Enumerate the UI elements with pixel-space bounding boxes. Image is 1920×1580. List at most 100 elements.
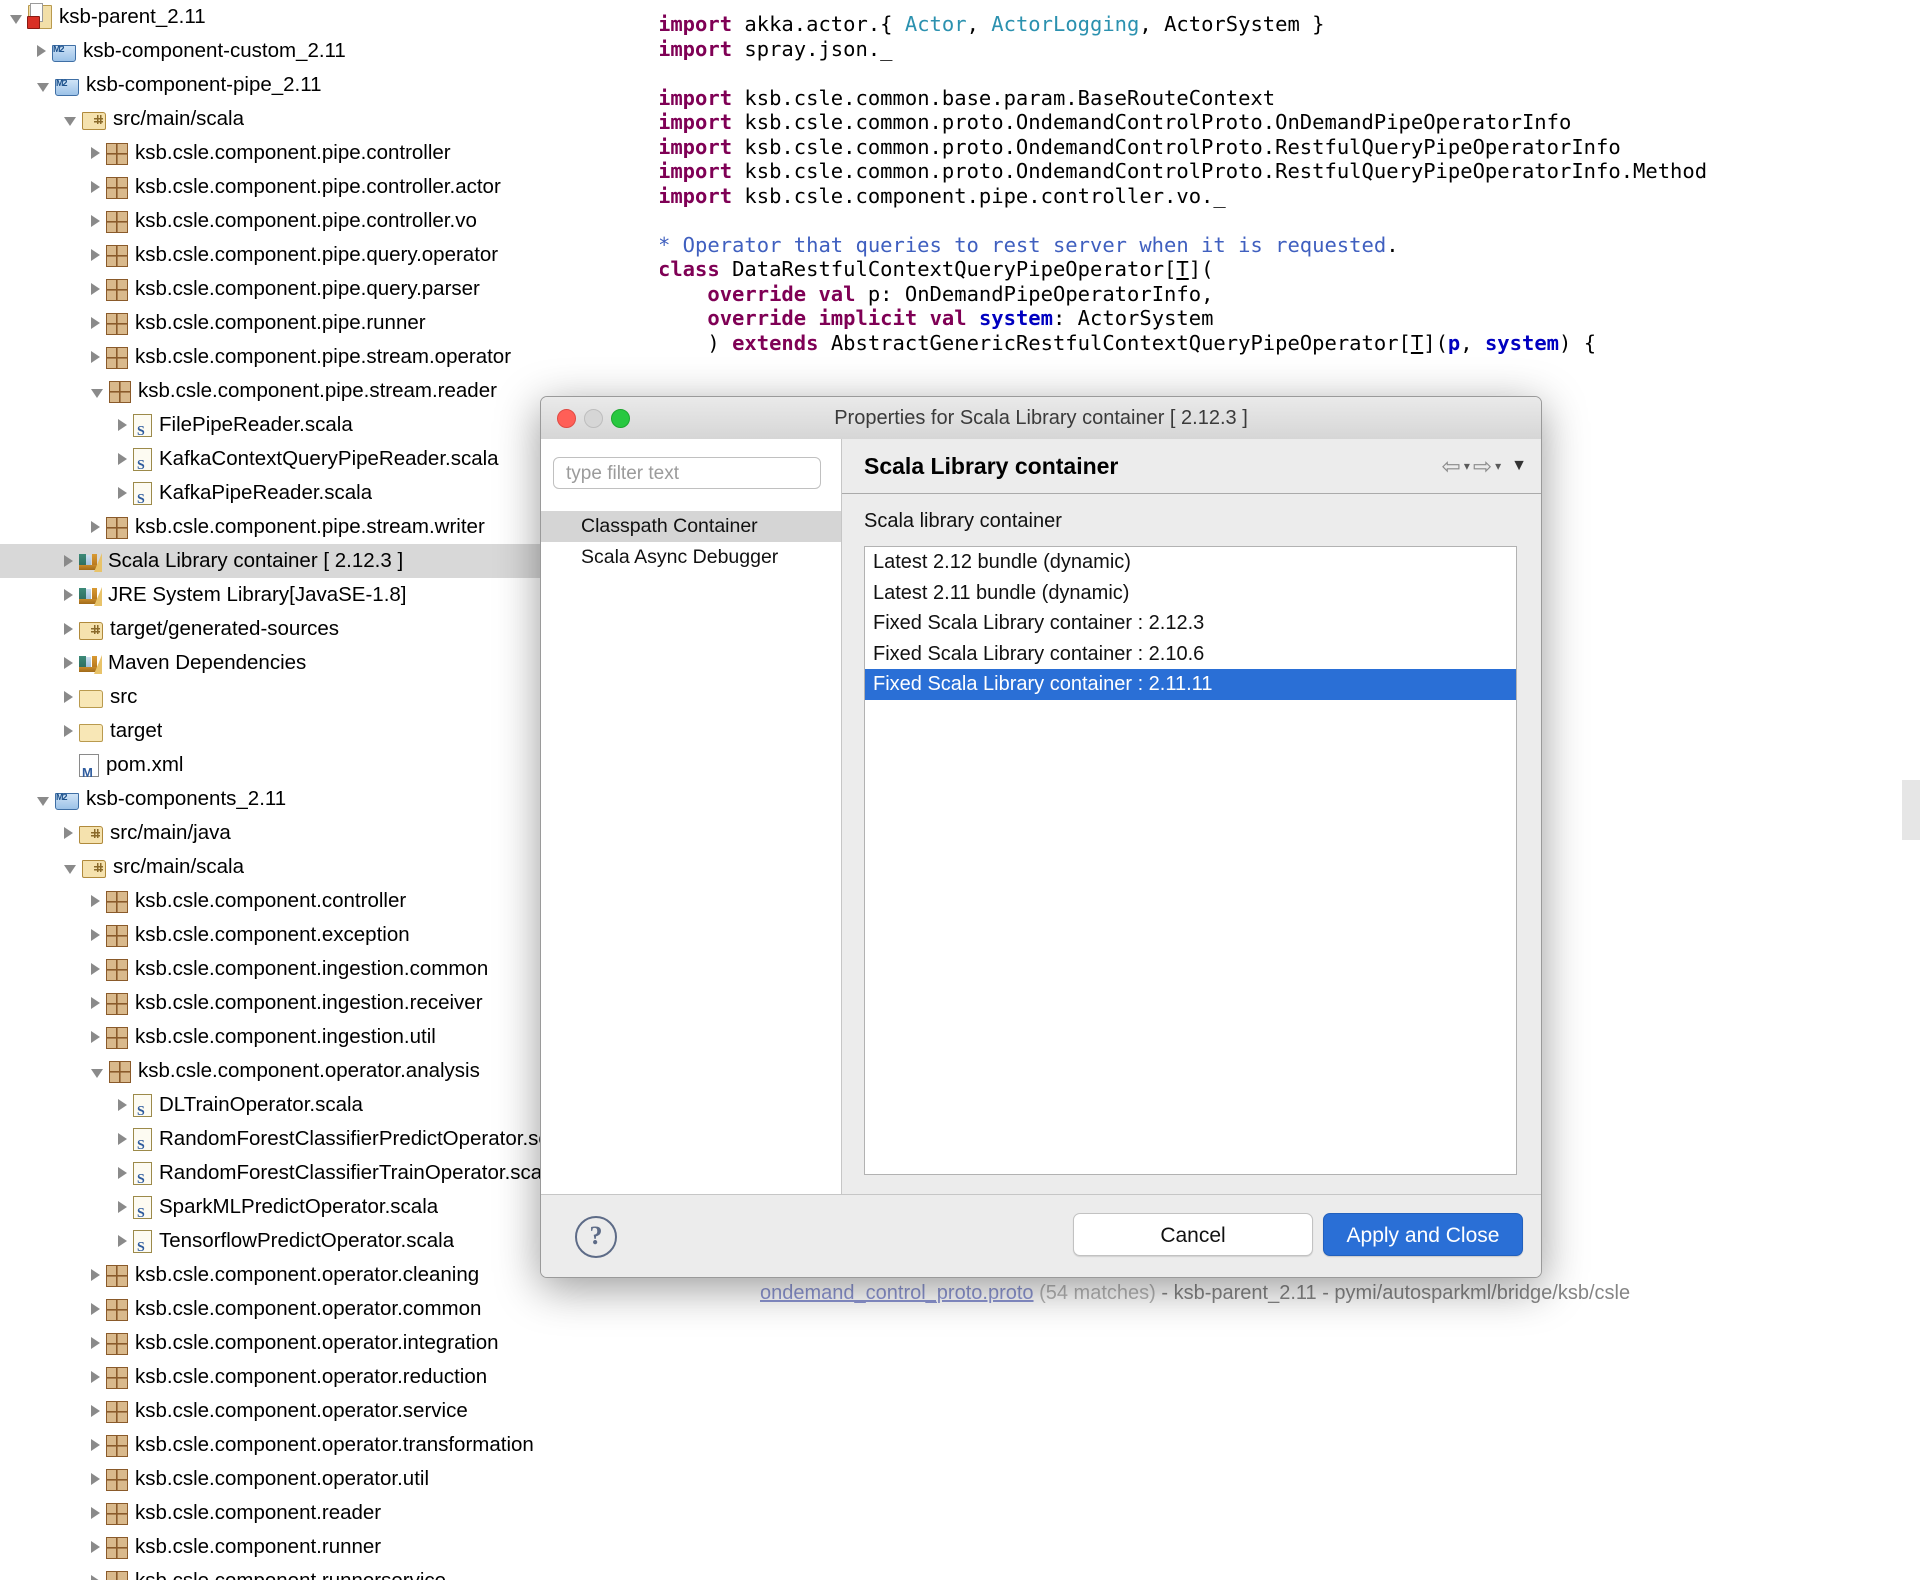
tree-row[interactable]: ksb.csle.component.pipe.query.parser	[0, 272, 660, 306]
chevron-right-icon[interactable]	[91, 283, 100, 295]
scrollbar-track-right[interactable]	[1902, 780, 1920, 840]
container-list-item[interactable]: Fixed Scala Library container : 2.12.3	[865, 608, 1516, 639]
pkg-icon	[106, 924, 128, 947]
chevron-down-icon[interactable]	[37, 796, 49, 806]
chevron-right-icon[interactable]	[91, 1507, 100, 1519]
chevron-right-icon[interactable]	[91, 1439, 100, 1451]
cancel-button[interactable]: Cancel	[1073, 1213, 1313, 1256]
tree-row[interactable]: ksb.csle.component.pipe.controller	[0, 136, 660, 170]
chevron-right-icon[interactable]	[118, 419, 127, 431]
container-list-item[interactable]: Latest 2.11 bundle (dynamic)	[865, 578, 1516, 609]
search-result-link[interactable]: ondemand_control_proto.proto	[760, 1282, 1034, 1304]
chevron-right-icon[interactable]	[118, 1235, 127, 1247]
chevron-right-icon[interactable]	[91, 963, 100, 975]
container-list-item[interactable]: Fixed Scala Library container : 2.10.6	[865, 639, 1516, 670]
tree-row[interactable]: ksb.csle.component.pipe.controller.actor	[0, 170, 660, 204]
chevron-right-icon[interactable]	[91, 1575, 100, 1580]
dialog-nav-item[interactable]: Scala Async Debugger	[541, 542, 841, 573]
pkg-icon	[109, 380, 131, 403]
chevron-right-icon[interactable]	[91, 1303, 100, 1315]
chevron-right-icon[interactable]	[91, 521, 100, 533]
pom-icon	[79, 754, 99, 790]
chevron-right-icon[interactable]	[91, 1541, 100, 1553]
chevron-right-icon[interactable]	[91, 997, 100, 1009]
tree-row[interactable]: ksb.csle.component.runner	[0, 1530, 660, 1564]
chevron-right-icon[interactable]	[118, 487, 127, 499]
nav-forward-caret-icon[interactable]: ▾	[1495, 459, 1501, 473]
chevron-right-icon[interactable]	[91, 929, 100, 941]
tree-row[interactable]: ksb.csle.component.pipe.runner	[0, 306, 660, 340]
pane-nav-controls[interactable]: ⇦ ▾ ⇨ ▾ ▼	[1442, 439, 1527, 493]
chevron-right-icon[interactable]	[91, 147, 100, 159]
chevron-right-icon[interactable]	[91, 249, 100, 261]
chevron-down-icon[interactable]	[91, 1068, 103, 1078]
dialog-nav-pane[interactable]: type filter text Classpath Container Scal…	[541, 439, 842, 1195]
chevron-right-icon[interactable]	[91, 1031, 100, 1043]
chevron-right-icon[interactable]	[118, 1167, 127, 1179]
dialog-nav-item[interactable]: Classpath Container	[541, 511, 841, 542]
tree-row[interactable]: ksb.csle.component.operator.transformati…	[0, 1428, 660, 1462]
tree-row[interactable]: ksb.csle.component.operator.reduction	[0, 1360, 660, 1394]
chevron-right-icon[interactable]	[37, 45, 46, 57]
pane-menu-icon[interactable]: ▼	[1511, 457, 1527, 475]
nav-back-caret-icon[interactable]: ▾	[1464, 459, 1470, 473]
scala-container-list[interactable]: Latest 2.12 bundle (dynamic) Latest 2.11 …	[864, 546, 1517, 1175]
nav-forward-icon[interactable]: ⇨	[1473, 453, 1492, 480]
chevron-right-icon[interactable]	[64, 657, 73, 669]
chevron-right-icon[interactable]	[91, 181, 100, 193]
tree-row-label: ksb.csle.component.ingestion.common	[135, 957, 489, 980]
tree-row[interactable]: ksb.csle.component.operator.service	[0, 1394, 660, 1428]
help-icon[interactable]: ?	[575, 1216, 617, 1258]
container-list-item[interactable]: Fixed Scala Library container : 2.11.11	[865, 669, 1516, 700]
tree-row[interactable]: ksb.csle.component.operator.util	[0, 1462, 660, 1496]
chevron-right-icon[interactable]	[91, 351, 100, 363]
chevron-right-icon[interactable]	[91, 895, 100, 907]
chevron-right-icon[interactable]	[64, 589, 73, 601]
chevron-down-icon[interactable]	[91, 388, 103, 398]
chevron-right-icon[interactable]	[64, 555, 73, 567]
tree-row[interactable]: ksb-parent_2.11	[0, 0, 660, 34]
chevron-right-icon[interactable]	[64, 623, 73, 635]
chevron-right-icon[interactable]	[64, 691, 73, 703]
chevron-down-icon[interactable]	[64, 116, 76, 126]
chevron-right-icon[interactable]	[64, 725, 73, 737]
tree-row[interactable]: ksb.csle.component.pipe.query.operator	[0, 238, 660, 272]
tree-row[interactable]: ksb.csle.component.pipe.stream.operator	[0, 340, 660, 374]
nav-back-icon[interactable]: ⇦	[1442, 453, 1461, 480]
chevron-right-icon[interactable]	[64, 827, 73, 839]
tree-row[interactable]: ksb-component-custom_2.11	[0, 32, 660, 68]
chevron-down-icon[interactable]	[64, 864, 76, 874]
tree-row[interactable]: ksb.csle.component.operator.common	[0, 1292, 660, 1326]
tree-row[interactable]: ksb.csle.component.reader	[0, 1496, 660, 1530]
tree-row[interactable]: ksb.csle.component.operator.integration	[0, 1326, 660, 1360]
tree-row[interactable]: src/main/scala	[0, 102, 660, 136]
chevron-right-icon[interactable]	[91, 1269, 100, 1281]
chevron-right-icon[interactable]	[91, 1371, 100, 1383]
pkg-icon	[106, 1434, 128, 1457]
chevron-right-icon[interactable]	[91, 215, 100, 227]
chevron-right-icon[interactable]	[91, 317, 100, 329]
chevron-right-icon[interactable]	[91, 1405, 100, 1417]
tree-row-label: ksb.csle.component.operator.transformati…	[135, 1433, 534, 1456]
pkg-icon	[106, 1468, 128, 1491]
chevron-right-icon[interactable]	[118, 1133, 127, 1145]
tree-row[interactable]: ksb-component-pipe_2.11	[0, 66, 660, 102]
container-list-item[interactable]: Latest 2.12 bundle (dynamic)	[865, 547, 1516, 578]
pkg-icon	[106, 1536, 128, 1559]
chevron-right-icon[interactable]	[91, 1337, 100, 1349]
tree-row[interactable]: ksb.csle.component.pipe.controller.vo	[0, 204, 660, 238]
tree-row-label: ksb.csle.component.pipe.stream.operator	[135, 345, 512, 368]
chevron-down-icon[interactable]	[37, 82, 49, 92]
chevron-right-icon[interactable]	[118, 453, 127, 465]
tree-row[interactable]: ksb.csle.component.runnerservice	[0, 1564, 660, 1580]
tree-row-label: ksb.csle.component.ingestion.receiver	[135, 991, 483, 1014]
chevron-right-icon[interactable]	[91, 1473, 100, 1485]
pkg-icon	[106, 312, 128, 335]
properties-dialog[interactable]: Properties for Scala Library container […	[540, 396, 1542, 1278]
chevron-right-icon[interactable]	[118, 1099, 127, 1111]
dialog-titlebar[interactable]: Properties for Scala Library container […	[541, 397, 1541, 440]
chevron-right-icon[interactable]	[118, 1201, 127, 1213]
chevron-down-icon[interactable]	[10, 14, 22, 24]
filter-input[interactable]: type filter text	[553, 457, 821, 489]
apply-and-close-button[interactable]: Apply and Close	[1323, 1213, 1523, 1256]
